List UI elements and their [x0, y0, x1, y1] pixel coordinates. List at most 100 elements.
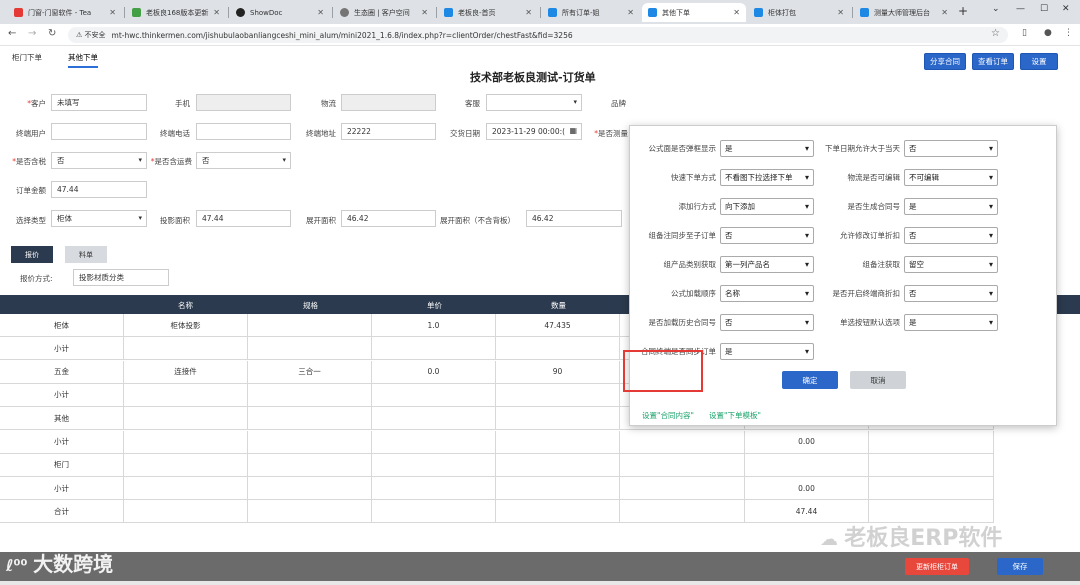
projection-area-input[interactable]: 47.44 [196, 210, 291, 227]
table-cell[interactable] [124, 477, 248, 501]
table-cell[interactable] [124, 453, 248, 477]
end-phone-input[interactable] [196, 123, 291, 140]
table-cell[interactable] [372, 407, 496, 431]
tax-select[interactable]: 否 [51, 152, 147, 169]
setting-select[interactable]: 是 [720, 343, 814, 360]
insecure-warning-icon[interactable]: ⚠ 不安全 [76, 30, 106, 40]
table-cell[interactable]: 小计 [0, 383, 124, 407]
browser-tab[interactable]: 老板良-首页 ✕ [438, 3, 538, 22]
customer-input[interactable]: 未填写 [51, 94, 147, 111]
table-cell[interactable]: 90 [496, 360, 620, 384]
browser-tab[interactable]: ShowDoc ✕ [230, 3, 330, 22]
close-icon[interactable]: ✕ [421, 8, 428, 17]
table-cell[interactable]: 三合一 [248, 360, 372, 384]
table-cell[interactable] [124, 383, 248, 407]
table-cell[interactable] [620, 430, 745, 454]
table-cell[interactable] [869, 477, 994, 501]
close-icon[interactable]: ✕ [109, 8, 116, 17]
browser-tab[interactable]: 测量大师管理后台 ✕ [854, 3, 954, 22]
settings-button[interactable]: 设置 [1020, 53, 1058, 70]
table-cell[interactable] [869, 453, 994, 477]
table-cell[interactable] [248, 314, 372, 337]
table-cell[interactable]: 小计 [0, 477, 124, 501]
new-tab-plus-icon[interactable]: + [958, 4, 968, 18]
tab-cabinet-door-order[interactable]: 柜门下单 [12, 52, 42, 68]
table-cell[interactable]: 小计 [0, 430, 124, 454]
quote-tab-button[interactable]: 报价 [11, 246, 53, 263]
table-cell[interactable]: 合计 [0, 500, 124, 524]
table-cell[interactable] [372, 337, 496, 361]
freight-select[interactable]: 否 [196, 152, 291, 169]
table-cell[interactable]: 柜体投影 [124, 314, 248, 337]
profile-icon[interactable]: ● [1044, 28, 1052, 38]
table-cell[interactable] [620, 500, 745, 524]
service-select[interactable] [486, 94, 582, 111]
table-cell[interactable] [124, 430, 248, 454]
table-cell[interactable]: 1.0 [372, 314, 496, 337]
table-cell[interactable] [248, 453, 372, 477]
set-order-template-link[interactable]: 设置"下单模板" [709, 410, 761, 421]
minimize-icon[interactable]: — [1016, 4, 1025, 14]
type-select[interactable]: 柜体 [51, 210, 147, 227]
table-cell[interactable]: 柜体 [0, 314, 124, 337]
table-cell[interactable] [248, 430, 372, 454]
browser-tab[interactable]: 柜体打包 ✕ [748, 3, 850, 22]
delivery-date-input[interactable]: 2023-11-29 00:00:(▦ [486, 123, 582, 140]
view-order-button[interactable]: 查看订单 [972, 53, 1014, 70]
table-cell[interactable] [496, 407, 620, 431]
table-cell[interactable]: 0.00 [745, 430, 869, 454]
table-cell[interactable] [248, 383, 372, 407]
table-cell[interactable] [620, 477, 745, 501]
share-contract-button[interactable]: 分享合同 [924, 53, 966, 70]
close-icon[interactable]: ✕ [941, 8, 948, 17]
table-cell[interactable] [869, 430, 994, 454]
material-tab-button[interactable]: 料单 [65, 246, 107, 263]
close-icon[interactable]: ✕ [317, 8, 324, 17]
table-cell[interactable] [248, 337, 372, 361]
table-cell[interactable] [372, 477, 496, 501]
table-cell[interactable]: 小计 [0, 337, 124, 361]
url-omnibox[interactable]: ⚠ 不安全 mt-hwc.thinkermen.com/jishubulaoba… [68, 27, 1008, 43]
table-cell[interactable] [248, 407, 372, 431]
end-address-input[interactable]: 22222 [341, 123, 436, 140]
end-user-input[interactable] [51, 123, 147, 140]
calendar-icon[interactable]: ▦ [569, 126, 577, 135]
save-button[interactable]: 保存 [997, 558, 1043, 575]
unfold-noback-input[interactable]: 46.42 [526, 210, 622, 227]
update-order-button[interactable]: 更新柜柜订单 [905, 558, 969, 575]
table-cell[interactable] [372, 430, 496, 454]
window-close-icon[interactable]: ✕ [1062, 4, 1070, 14]
table-cell[interactable] [248, 477, 372, 501]
table-cell[interactable] [496, 500, 620, 524]
tab-other-order[interactable]: 其他下单 [68, 52, 98, 68]
table-cell[interactable] [620, 453, 745, 477]
table-cell[interactable]: 柜门 [0, 453, 124, 477]
close-icon[interactable]: ✕ [525, 8, 532, 17]
sidebar-panel-icon[interactable]: ▯ [1022, 28, 1027, 38]
table-cell[interactable] [124, 337, 248, 361]
browser-tab-active[interactable]: 其他下单 ✕ [642, 3, 746, 22]
quote-method-input[interactable]: 投影材质分类 [73, 269, 169, 286]
table-cell[interactable] [124, 500, 248, 524]
table-cell[interactable]: 五金 [0, 360, 124, 384]
setting-select[interactable]: 不可编辑 [904, 169, 998, 186]
logistics-input[interactable] [341, 94, 436, 111]
setting-select[interactable]: 否 [904, 140, 998, 157]
table-cell[interactable] [372, 453, 496, 477]
table-cell[interactable]: 连接件 [124, 360, 248, 384]
table-cell[interactable] [124, 407, 248, 431]
cancel-button[interactable]: 取消 [850, 371, 906, 389]
browser-tab[interactable]: 生态圈 | 客户空间 ✕ [334, 3, 434, 22]
phone-input[interactable] [196, 94, 291, 111]
table-cell[interactable] [496, 453, 620, 477]
confirm-button[interactable]: 确定 [782, 371, 838, 389]
table-cell[interactable] [496, 383, 620, 407]
back-arrow-icon[interactable]: ← [8, 28, 16, 39]
unfold-area-input[interactable]: 46.42 [341, 210, 436, 227]
close-icon[interactable]: ✕ [627, 8, 634, 17]
browser-tab[interactable]: 门窗-门窗软件 - Tea ✕ [8, 3, 122, 22]
table-cell[interactable] [496, 430, 620, 454]
tab-search-chevron-icon[interactable]: ⌄ [992, 4, 1000, 14]
table-cell[interactable]: 其他 [0, 407, 124, 431]
set-contract-content-link[interactable]: 设置"合同内容" [642, 410, 694, 421]
